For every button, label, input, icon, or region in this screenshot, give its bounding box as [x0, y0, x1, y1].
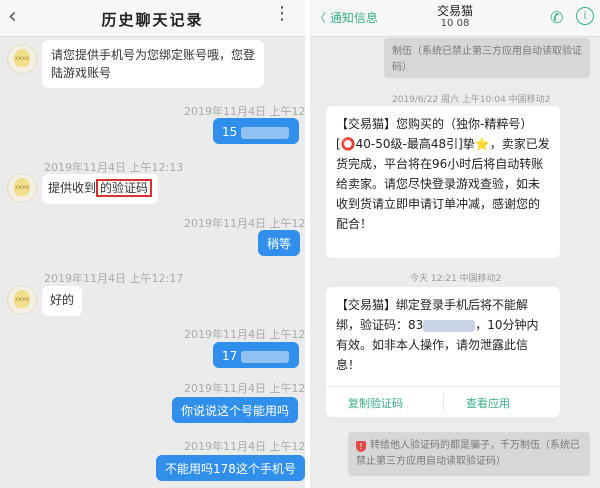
- chat-history-pane: ‹ 历史聊天记录 ⋮ xxxx 请您提供手机号为您绑定账号哦，您登陆游戏账号 2…: [0, 0, 305, 488]
- message-bubble-right: 稍等: [258, 230, 301, 256]
- copy-code-button[interactable]: 复制验证码: [348, 394, 403, 414]
- back-to-notifications-button[interactable]: 〈 通知信息: [314, 9, 378, 26]
- chat-history-header: ‹ 历史聊天记录 ⋮: [0, 0, 305, 37]
- message-timestamp: 2019年11月4日 上午12:17: [44, 272, 184, 285]
- sms-message-card: 【交易猫】您购买的（独你-精粹号）[⭕40-50级-最高48引]挚⭐，卖家已发货…: [326, 106, 560, 258]
- sms-verification-card: 【交易猫】绑定登录手机后将不能解绑，验证码：83 ，10分钟内有效。如非本人操作，…: [326, 287, 560, 417]
- page-title: 历史聊天记录: [101, 11, 204, 29]
- message-bubble-left: 提供收到 的验证码: [42, 174, 159, 204]
- screenshot-root: ‹ 历史聊天记录 ⋮ xxxx 请您提供手机号为您绑定账号哦，您登陆游戏账号 2…: [0, 0, 600, 488]
- info-icon[interactable]: i: [576, 7, 594, 25]
- message-text: 提供收到: [48, 181, 97, 195]
- shield-warning-icon: !: [356, 441, 366, 452]
- sms-pane: 〈 通知信息 交易猫 10 08 ✆ i 制伍（系统已禁止第三方应用自动读取验证…: [310, 0, 600, 488]
- highlighted-verification-code-text: 的验证码: [96, 179, 153, 197]
- more-menu-icon[interactable]: ⋮: [273, 5, 291, 23]
- sms-header: 〈 通知信息 交易猫 10 08 ✆ i: [310, 0, 600, 37]
- avatar[interactable]: xxxx: [7, 44, 37, 74]
- message-bubble-left: 请您提供手机号为您绑定账号哦，您登陆游戏账号: [42, 40, 264, 88]
- message-timestamp: 2019年11月4日 上午12:13: [44, 161, 184, 174]
- message-timestamp: 今天 12:21 中国移动2: [410, 274, 502, 284]
- message-timestamp: 2019/6/22 周六 上午10:04 中国移动2: [392, 95, 551, 105]
- message-timestamp: 2019年11月4日 上午12:19: [184, 382, 305, 395]
- redacted-number: [241, 350, 290, 363]
- message-bubble-right: 不能用吗178这个手机号: [156, 455, 305, 481]
- redacted-code: [423, 319, 476, 332]
- message-bubble-left: 好的: [42, 286, 83, 316]
- message-text: 15: [222, 125, 238, 139]
- avatar[interactable]: xxxx: [7, 285, 37, 315]
- sender-name: 交易猫: [436, 4, 473, 18]
- view-app-button[interactable]: 查看应用: [466, 394, 510, 414]
- redacted-number: [241, 126, 290, 139]
- avatar[interactable]: xxxx: [7, 173, 37, 203]
- message-bubble-right: 15: [213, 118, 299, 144]
- message-timestamp: 2019年11月4日 上午12:14: [184, 217, 305, 230]
- message-timestamp: 2019年11月4日 上午12:21: [184, 440, 305, 453]
- message-text: 17: [222, 349, 238, 363]
- system-notice: 制伍（系统已禁止第三方应用自动读取验证码）: [384, 38, 590, 78]
- warning-notice: ! 转给他人验证码的都是骗子，千万制伍（系统已禁止第三方应用自动读取验证码）: [348, 432, 590, 476]
- card-actions: 复制验证码 查看应用: [326, 386, 560, 417]
- action-divider: [443, 393, 444, 411]
- message-bubble-right: 你说说这个号能用吗: [172, 397, 299, 423]
- warning-text: 转给他人验证码的都是骗子，千万制伍（系统已禁止第三方应用自动读取验证码）: [356, 440, 580, 467]
- phone-icon[interactable]: ✆: [550, 8, 563, 27]
- sender-number: 10 08: [440, 18, 470, 29]
- message-timestamp: 2019年11月4日 上午12:12: [184, 105, 305, 118]
- message-timestamp: 2019年11月4日 上午12:18: [184, 328, 305, 341]
- message-bubble-right: 17: [213, 342, 299, 368]
